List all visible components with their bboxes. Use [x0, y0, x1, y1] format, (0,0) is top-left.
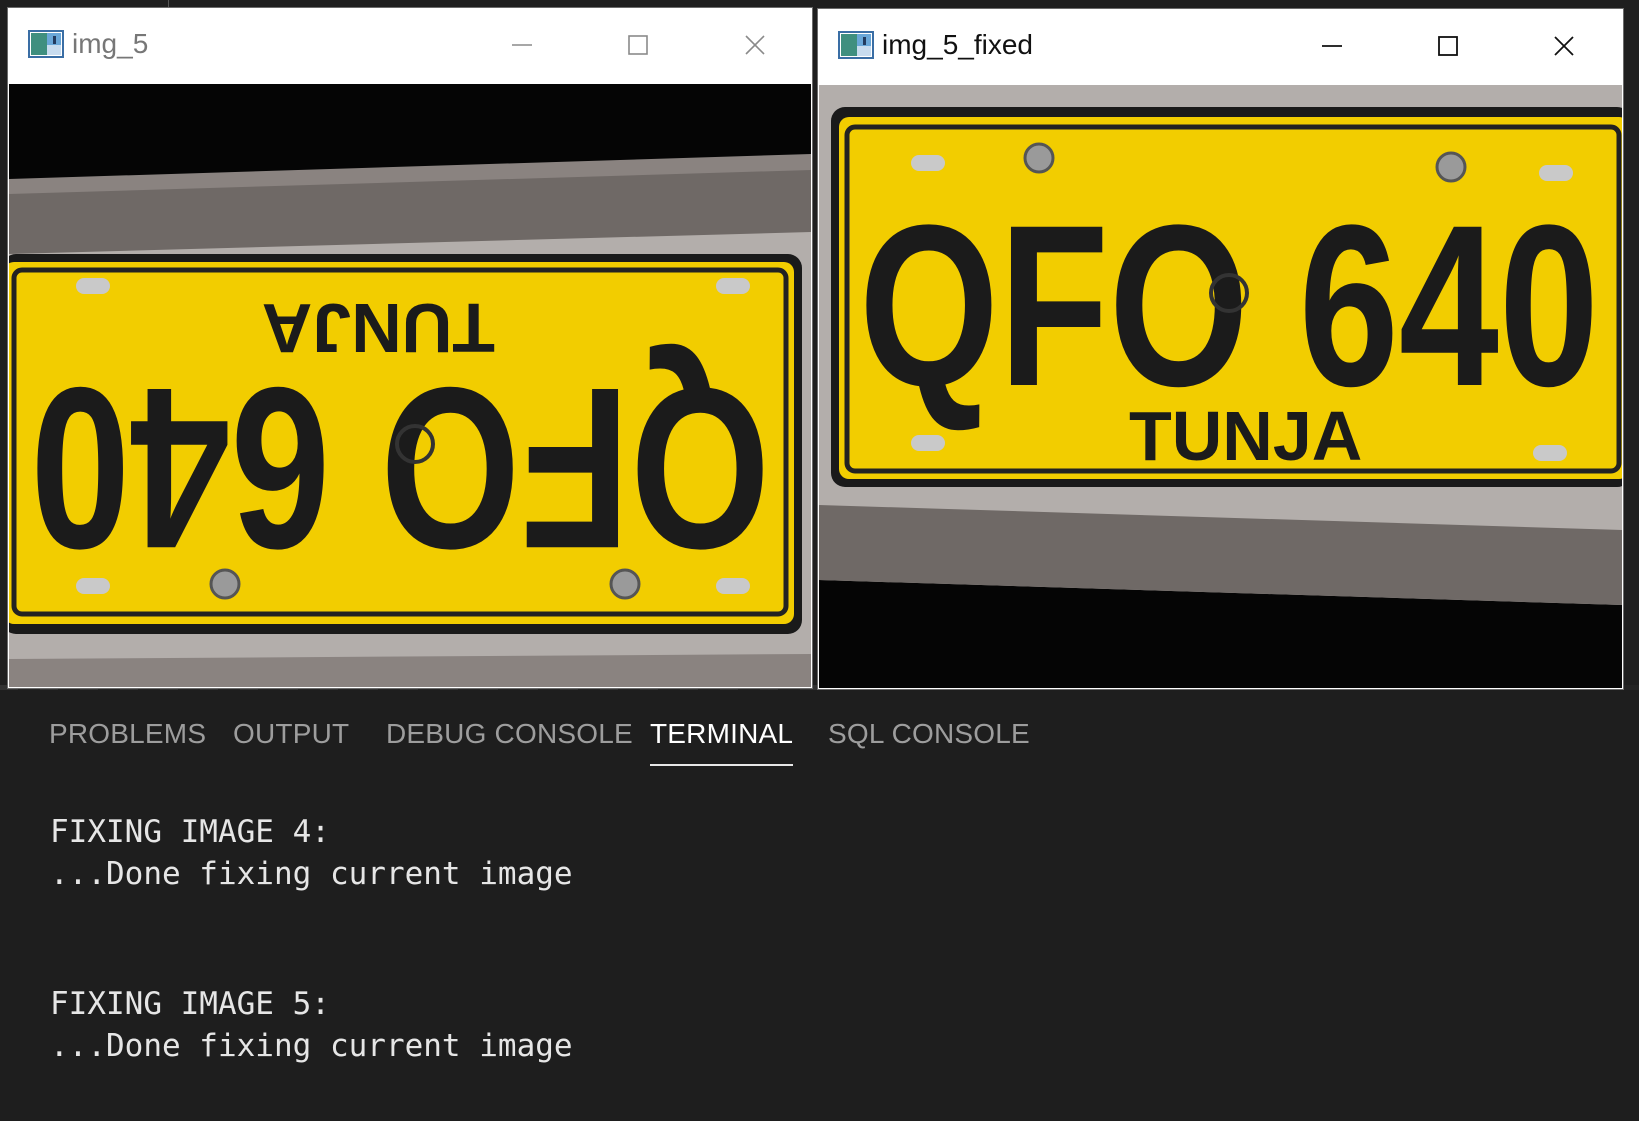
image-window-original[interactable]: img_5 QFO 640 TUNJA: [8, 8, 812, 688]
image-window-fixed[interactable]: img_5_fixed QFO 640 TUNJA: [818, 9, 1623, 689]
plate-city: TUNJA: [1129, 397, 1362, 475]
bottom-panel: PROBLEMS OUTPUT DEBUG CONSOLE TERMINAL S…: [0, 690, 1639, 1121]
minimize-icon: [512, 44, 532, 46]
image-app-icon: [838, 31, 874, 59]
close-button[interactable]: [1534, 23, 1594, 69]
terminal-line: FIXING IMAGE 5:: [50, 986, 330, 1022]
terminal-line: ...Done fixing current image: [50, 856, 573, 892]
license-plate-image-upside-down: QFO 640 TUNJA: [9, 84, 811, 687]
image-app-icon: [28, 30, 64, 58]
license-plate-image-upright: QFO 640 TUNJA: [819, 85, 1622, 688]
maximize-icon: [1438, 36, 1458, 56]
image-canvas: QFO 640 TUNJA: [819, 85, 1622, 688]
window-titlebar[interactable]: img_5_fixed: [818, 9, 1623, 85]
window-titlebar[interactable]: img_5: [8, 8, 812, 84]
close-icon: [745, 35, 765, 55]
maximize-button[interactable]: [608, 22, 668, 68]
maximize-icon: [628, 35, 648, 55]
minimize-button[interactable]: [492, 22, 552, 68]
minimize-button[interactable]: [1302, 23, 1362, 69]
terminal-line: FIXING IMAGE 4:: [50, 814, 330, 850]
plate-number: QFO 640: [30, 340, 770, 597]
terminal-line: ...Done fixing current image: [50, 1028, 573, 1064]
maximize-button[interactable]: [1418, 23, 1478, 69]
minimize-icon: [1322, 45, 1342, 47]
window-title: img_5: [72, 28, 149, 59]
close-button[interactable]: [725, 22, 785, 68]
window-title: img_5_fixed: [882, 29, 1033, 60]
image-canvas: QFO 640 TUNJA: [9, 84, 811, 687]
terminal-output[interactable]: FIXING IMAGE 4: ...Done fixing current i…: [50, 690, 1550, 1121]
plate-number: QFO 640: [859, 177, 1599, 434]
plate-city: TUNJA: [262, 289, 495, 367]
close-icon: [1554, 36, 1574, 56]
